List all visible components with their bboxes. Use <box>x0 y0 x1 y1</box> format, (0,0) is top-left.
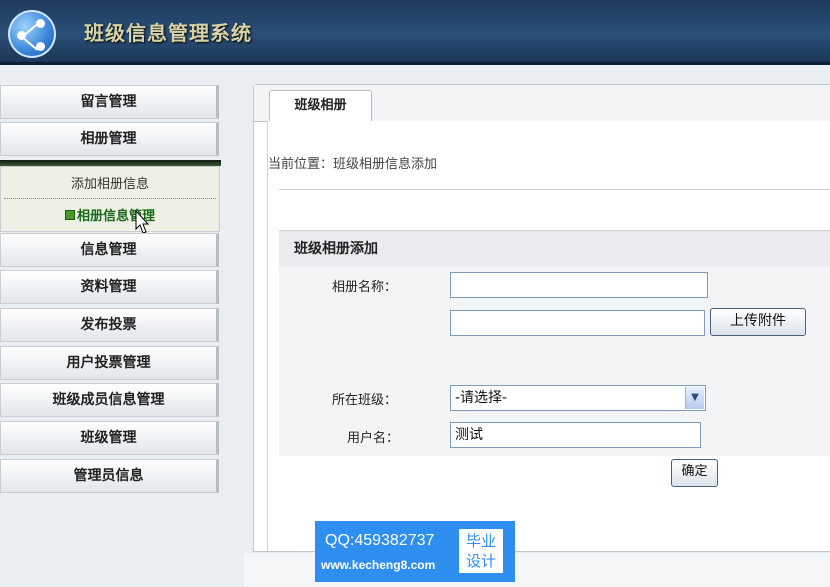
sidebar-item-message[interactable]: 留言管理 <box>0 85 219 119</box>
submenu-separator <box>4 198 216 199</box>
chevron-down-icon[interactable]: ▼ <box>685 387 704 409</box>
sidebar-item-class-members[interactable]: 班级成员信息管理 <box>0 383 219 417</box>
sidebar-item-publish-vote[interactable]: 发布投票 <box>0 308 219 342</box>
watermark-badge-line2: 设计 <box>465 552 496 570</box>
album-name-label: 相册名称： <box>332 280 398 295</box>
form-title: 班级相册添加 <box>279 230 830 266</box>
class-select[interactable]: -请选择- ▼ <box>450 385 706 411</box>
sidebar-item-info[interactable]: 信息管理 <box>0 233 219 267</box>
sidebar-item-class[interactable]: 班级管理 <box>0 421 219 455</box>
tab-class-album[interactable]: 班级相册 <box>269 90 372 122</box>
app-title: 班级信息管理系统 <box>84 21 252 45</box>
album-name-input[interactable] <box>450 272 708 298</box>
upload-attachment-button[interactable]: 上传附件 <box>710 308 806 336</box>
sidebar-item-materials[interactable]: 资料管理 <box>0 270 219 304</box>
confirm-button[interactable]: 确定 <box>671 459 718 487</box>
tab-strip: 班级相册 <box>254 85 830 122</box>
class-select-value: -请选择- <box>455 390 508 406</box>
breadcrumb-divider <box>279 189 830 190</box>
logo-icon <box>8 10 56 58</box>
app-header: 班级信息管理系统 <box>0 0 830 65</box>
class-label: 所在班级： <box>332 393 398 408</box>
sidebar-item-album[interactable]: 相册管理 <box>0 122 219 156</box>
bullet-icon <box>64 210 75 220</box>
submenu-add-album[interactable]: 添加相册信息 <box>0 173 220 192</box>
watermark-badge: 毕业 设计 <box>459 529 503 573</box>
sidebar-item-admin[interactable]: 管理员信息 <box>0 459 219 493</box>
watermark-url: www.kecheng8.com <box>321 558 436 572</box>
username-input[interactable]: 测试 <box>450 422 701 448</box>
watermark-qq: QQ:459382737 <box>325 532 435 549</box>
username-label: 用户名： <box>347 431 400 446</box>
sidebar-item-user-vote[interactable]: 用户投票管理 <box>0 346 219 380</box>
watermark-banner: QQ:459382737 www.kecheng8.com 毕业 设计 <box>315 521 515 582</box>
breadcrumb: 当前位置：班级相册信息添加 <box>268 157 438 172</box>
attachment-path-input[interactable] <box>450 310 705 336</box>
submenu-manage-album[interactable]: 相册信息管理 <box>0 205 220 224</box>
watermark-badge-line1: 毕业 <box>465 532 496 550</box>
